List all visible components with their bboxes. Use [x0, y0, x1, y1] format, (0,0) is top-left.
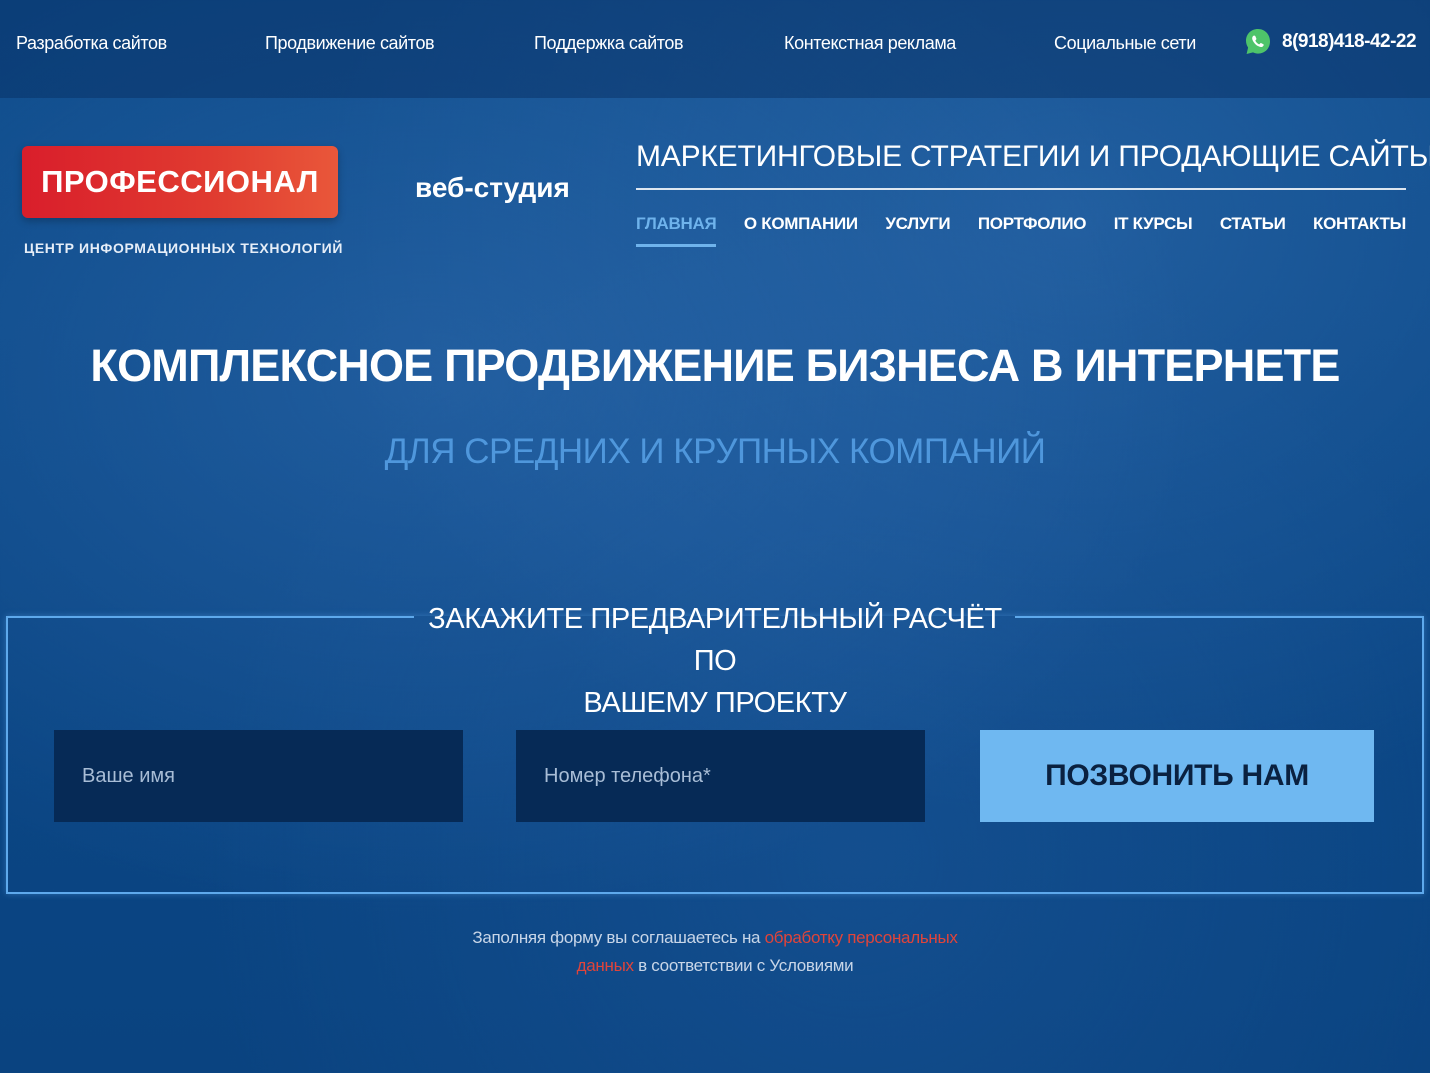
whatsapp-icon: [1244, 27, 1272, 57]
studio-label: веб-студия: [415, 172, 570, 203]
form-title-line-1: ЗАКАЖИТЕ ПРЕДВАРИТЕЛЬНЫЙ РАСЧЁТ ПО: [428, 603, 1002, 677]
main-nav: ГЛАВНАЯ О КОМПАНИИ УСЛУГИ ПОРТФОЛИО IT К…: [636, 214, 1406, 247]
hero-title: КОМПЛЕКСНОЕ ПРОДВИЖЕНИЕ БИЗНЕСА В ИНТЕРН…: [90, 340, 1340, 391]
nav-item-home[interactable]: ГЛАВНАЯ: [636, 214, 717, 247]
privacy-link-part-1[interactable]: обработку персональных: [765, 928, 958, 947]
consent-text-before: Заполняя форму вы соглашаетесь на: [472, 928, 765, 947]
call-us-button[interactable]: ПОЗВОНИТЬ НАМ: [980, 730, 1374, 822]
topbar-link-support[interactable]: Поддержка сайтов: [534, 33, 684, 54]
name-input[interactable]: [54, 730, 463, 822]
form-title-line-2: ВАШЕМУ ПРОЕКТУ: [583, 687, 847, 719]
header-tagline: МАРКЕТИНГОВЫЕ СТРАТЕГИИ И ПРОДАЮЩИЕ САЙТ…: [636, 140, 1430, 190]
top-bar: Разработка сайтов Продвижение сайтов Под…: [0, 0, 1430, 98]
topbar-link-social[interactable]: Социальные сети: [1054, 33, 1196, 54]
nav-item-services[interactable]: УСЛУГИ: [885, 214, 950, 247]
nav-item-articles[interactable]: СТАТЬИ: [1220, 214, 1286, 247]
nav-item-portfolio[interactable]: ПОРТФОЛИО: [978, 214, 1087, 247]
form-frame-top-right: [1015, 616, 1424, 618]
logo[interactable]: ПРОФЕССИОНАЛ: [22, 146, 338, 218]
topbar-link-promotion[interactable]: Продвижение сайтов: [265, 33, 435, 54]
form-title: ЗАКАЖИТЕ ПРЕДВАРИТЕЛЬНЫЙ РАСЧЁТ ПО ВАШЕМ…: [420, 598, 1010, 724]
nav-item-contacts[interactable]: КОНТАКТЫ: [1313, 214, 1406, 247]
logo-subtitle: ЦЕНТР ИНФОРМАЦИОННЫХ ТЕХНОЛОГИЙ: [24, 240, 343, 256]
hero-subtitle: ДЛЯ СРЕДНИХ И КРУПНЫХ КОМПАНИЙ: [384, 432, 1046, 471]
consent-text-after: в соответствии с Условиями: [633, 956, 854, 975]
consent-note: Заполняя форму вы соглашаетесь на обрабо…: [0, 924, 1430, 980]
phone-contact[interactable]: 8(918)418-42-22: [1244, 27, 1417, 57]
topbar-link-context-ads[interactable]: Контекстная реклама: [784, 33, 956, 54]
topbar-link-development[interactable]: Разработка сайтов: [16, 33, 167, 54]
phone-input[interactable]: [516, 730, 925, 822]
nav-item-about[interactable]: О КОМПАНИИ: [744, 214, 858, 247]
phone-number[interactable]: 8(918)418-42-22: [1282, 31, 1417, 53]
form-frame-top-left: [6, 616, 414, 618]
privacy-link-part-2[interactable]: данных: [577, 956, 634, 975]
nav-item-it-courses[interactable]: IT КУРСЫ: [1114, 214, 1193, 247]
logo-text: ПРОФЕССИОНАЛ: [41, 164, 319, 199]
